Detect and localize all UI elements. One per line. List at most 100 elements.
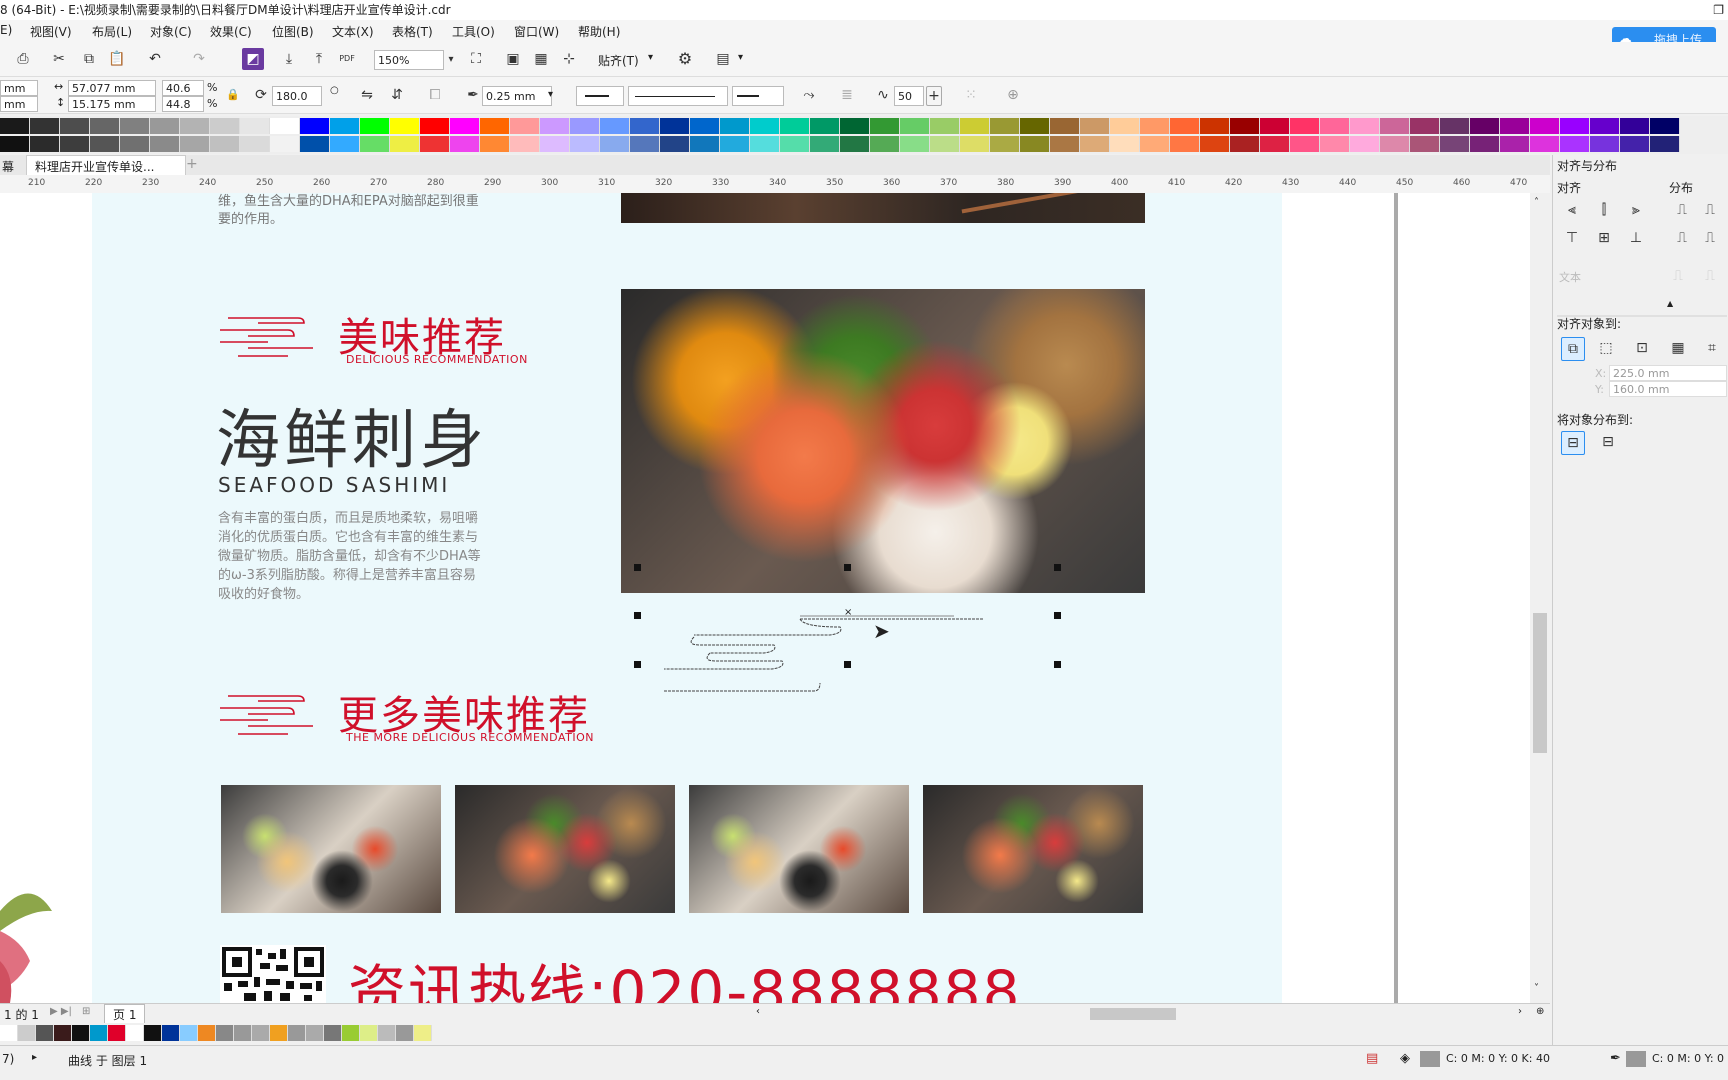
color-swatch[interactable] [1350, 118, 1380, 134]
menu-text[interactable]: 文本(X) [332, 23, 374, 40]
play-icon[interactable]: ▸ [32, 1052, 37, 1063]
wrap-text-icon[interactable]: ≣ [836, 84, 858, 106]
color-swatch[interactable] [1230, 136, 1260, 152]
color-swatch[interactable] [300, 136, 330, 152]
align-right-icon[interactable]: ⫸ [1625, 199, 1647, 221]
outline-width-field[interactable]: 0.25 mm [482, 86, 552, 106]
corel-connect-icon[interactable]: ◩ [242, 48, 264, 70]
scale-width-field[interactable]: 40.6 [162, 80, 204, 96]
cut-icon[interactable]: ✂ [48, 48, 70, 70]
height-field[interactable]: 15.175 mm [68, 96, 156, 112]
color-swatch[interactable] [36, 1025, 54, 1041]
color-swatch[interactable] [1260, 136, 1290, 152]
color-swatch[interactable] [60, 118, 90, 134]
color-swatch[interactable] [126, 1025, 144, 1041]
selection-handle[interactable] [1054, 564, 1061, 571]
color-swatch[interactable] [120, 136, 150, 152]
color-swatch[interactable] [1230, 118, 1260, 134]
color-swatch[interactable] [390, 118, 420, 134]
horizontal-ruler[interactable]: 210 220 230 240 250 260 270 280 290 300 310 320 330 3… [0, 175, 1576, 204]
grid-icon[interactable]: ▦ [1667, 337, 1689, 359]
combine-icon[interactable]: ⧠ [424, 84, 446, 106]
color-swatch[interactable] [54, 1025, 72, 1041]
color-swatch[interactable] [1410, 136, 1440, 152]
selection-handle[interactable] [844, 564, 851, 571]
specified-point-icon[interactable]: ⌗ [1701, 337, 1723, 359]
horizontal-scroll-thumb[interactable] [1090, 1008, 1176, 1020]
color-swatch[interactable] [144, 1025, 162, 1041]
color-swatch[interactable] [750, 118, 780, 134]
color-swatch[interactable] [810, 118, 840, 134]
active-objects-icon[interactable]: ⧉ [1561, 337, 1585, 361]
color-swatch[interactable] [0, 118, 30, 134]
color-swatch[interactable] [1380, 118, 1410, 134]
color-swatch[interactable] [360, 136, 390, 152]
docker-x-field[interactable]: 225.0 mm [1609, 365, 1727, 381]
page-center-icon[interactable]: ⊡ [1631, 337, 1653, 359]
selected-curve-object[interactable] [654, 611, 984, 711]
color-swatch[interactable] [630, 118, 660, 134]
vertical-scroll-thumb[interactable] [1533, 613, 1547, 753]
color-swatch[interactable] [780, 136, 810, 152]
align-center-horizontal-icon[interactable]: ⫿ [1593, 199, 1615, 221]
color-swatch[interactable] [1410, 118, 1440, 134]
color-swatch[interactable] [930, 118, 960, 134]
chevron-up-icon[interactable]: ˄ [1534, 197, 1539, 208]
color-swatch[interactable] [1020, 118, 1050, 134]
color-swatch[interactable] [420, 136, 450, 152]
color-swatch[interactable] [330, 118, 360, 134]
color-swatch[interactable] [30, 136, 60, 152]
color-swatch[interactable] [1530, 136, 1560, 152]
color-swatch[interactable] [840, 136, 870, 152]
color-swatch[interactable] [324, 1025, 342, 1041]
color-swatch[interactable] [450, 136, 480, 152]
color-swatch[interactable] [870, 118, 900, 134]
color-swatch[interactable] [342, 1025, 360, 1041]
color-swatch[interactable] [90, 1025, 108, 1041]
color-swatch[interactable] [960, 118, 990, 134]
color-swatch[interactable] [660, 118, 690, 134]
color-swatch[interactable] [396, 1025, 414, 1041]
color-swatch[interactable] [180, 136, 210, 152]
color-swatch[interactable] [1650, 136, 1680, 152]
add-tab-icon[interactable]: + [186, 156, 198, 172]
color-swatch[interactable] [1200, 136, 1230, 152]
reverse-direction-icon[interactable]: ⤳ [798, 84, 820, 106]
drawing-canvas[interactable]: 维，鱼生含大量的DHA和EPA对脑部起到很重 要的作用。 美味推荐 DELICI… [0, 193, 1530, 1003]
color-swatch[interactable] [270, 1025, 288, 1041]
color-swatch[interactable] [1650, 118, 1680, 134]
color-swatch[interactable] [870, 136, 900, 152]
color-swatch[interactable] [360, 1025, 378, 1041]
selection-extent-icon[interactable]: ⊟ [1561, 431, 1585, 455]
color-swatch[interactable] [540, 136, 570, 152]
page-edge-icon[interactable]: ⬚ [1595, 337, 1617, 359]
color-swatch[interactable] [900, 136, 930, 152]
color-swatch[interactable] [270, 136, 300, 152]
color-swatch[interactable] [252, 1025, 270, 1041]
color-swatch[interactable] [1080, 118, 1110, 134]
color-swatch[interactable] [1260, 118, 1290, 134]
align-center-vertical-icon[interactable]: ⊞ [1593, 227, 1615, 249]
color-swatch[interactable] [840, 118, 870, 134]
color-swatch[interactable] [1110, 118, 1140, 134]
selection-handle[interactable] [844, 661, 851, 668]
color-swatch[interactable] [1560, 118, 1590, 134]
color-swatch[interactable] [1320, 118, 1350, 134]
chevron-down-icon[interactable]: ▾ [548, 89, 553, 100]
launch-icon[interactable]: ▤ [712, 48, 734, 70]
color-swatch[interactable] [1050, 118, 1080, 134]
color-swatch[interactable] [720, 136, 750, 152]
chevron-down-icon[interactable]: ˅ [1534, 983, 1539, 994]
color-swatch[interactable] [90, 118, 120, 134]
lock-icon[interactable]: 🔒 [222, 84, 244, 106]
color-swatch[interactable] [810, 136, 840, 152]
color-swatch[interactable] [990, 118, 1020, 134]
menu-effects[interactable]: 效果(C) [210, 23, 252, 40]
color-swatch[interactable] [570, 136, 600, 152]
color-swatch[interactable] [1530, 118, 1560, 134]
rotation-angle-field[interactable]: 180.0 [272, 86, 322, 106]
color-swatch[interactable] [1170, 136, 1200, 152]
end-arrowhead-select[interactable] [732, 86, 784, 106]
zoom-level-field[interactable]: 150% [374, 50, 444, 70]
color-swatch[interactable] [60, 136, 90, 152]
